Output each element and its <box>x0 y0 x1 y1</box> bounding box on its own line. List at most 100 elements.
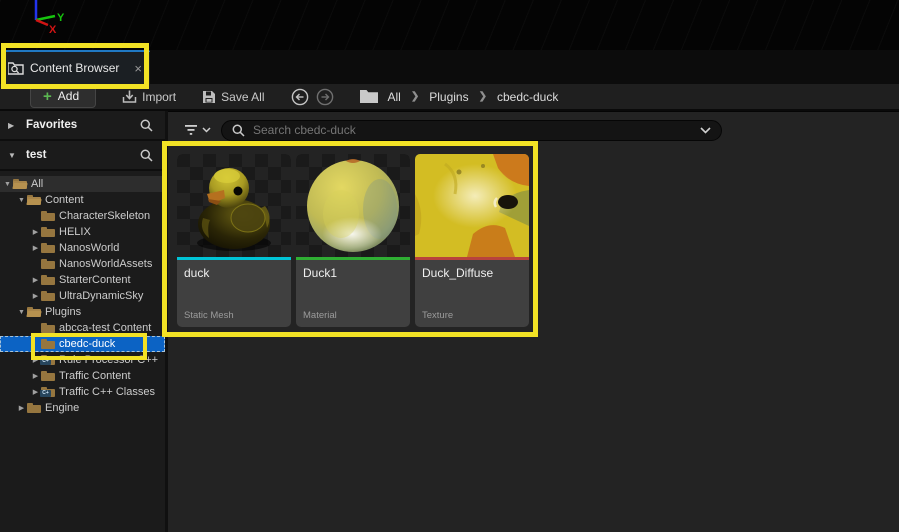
add-button-label: Add <box>58 89 79 103</box>
tree-item-all[interactable]: ▼All <box>0 176 165 192</box>
filter-button[interactable] <box>184 124 211 136</box>
plus-icon: + <box>43 89 52 104</box>
asset-type-label: Static Mesh <box>184 310 234 321</box>
folder-icon <box>41 323 55 333</box>
chevron-right-icon[interactable]: ▶ <box>31 388 40 396</box>
chevron-down-icon[interactable]: ▼ <box>3 181 12 188</box>
asset-card-duck-diffuse[interactable]: Duck_Diffuse Texture <box>415 154 529 327</box>
import-button-label: Import <box>142 90 176 104</box>
chevron-right-icon: ❯ <box>479 91 487 102</box>
favorites-section-header[interactable]: ▶ Favorites <box>0 111 165 141</box>
search-icon[interactable] <box>140 119 153 132</box>
tree-item-label: NanosWorld <box>59 242 119 254</box>
tree-item-engine[interactable]: ▶Engine <box>0 400 165 416</box>
tree-item-label: Traffic Content <box>59 370 131 382</box>
close-icon[interactable]: × <box>134 62 142 75</box>
chevron-down-icon: ▼ <box>8 151 18 160</box>
open-folder-icon <box>13 179 27 189</box>
chevron-right-icon[interactable]: ▶ <box>31 356 40 364</box>
unreal-editor-window: Y X Content Browser × + Add Impo <box>0 0 899 532</box>
tree-item-rule-processor-c-[interactable]: ▶C+Rule Processor C++ <box>0 352 165 368</box>
import-icon <box>122 90 137 104</box>
tree-item-content[interactable]: ▼ Content <box>0 192 165 208</box>
folder-icon <box>41 243 55 253</box>
chevron-right-icon: ❯ <box>411 91 419 102</box>
asset-name: Duck1 <box>303 266 403 280</box>
chevron-right-icon[interactable]: ▶ <box>31 372 40 380</box>
level-viewport: Y X <box>0 0 899 50</box>
folder-icon <box>41 339 55 349</box>
search-input[interactable]: Search cbedc-duck <box>221 120 722 141</box>
tab-title: Content Browser <box>30 61 128 75</box>
folder-icon <box>41 227 55 237</box>
tree-item-nanosworldassets[interactable]: NanosWorldAssets <box>0 256 165 272</box>
back-arrow-button[interactable] <box>291 88 309 106</box>
viewport-axis-gizmo: Y X <box>24 0 70 34</box>
chevron-right-icon[interactable]: ▶ <box>31 228 40 236</box>
tree-item-label: abcca-test Content <box>59 322 151 334</box>
save-all-button-label: Save All <box>221 90 264 104</box>
duck-static-mesh-thumbnail <box>177 154 291 257</box>
open-folder-icon <box>27 195 41 205</box>
sources-panel: ▶ Favorites ▼ test ▼All▼ContentCharacter… <box>0 111 165 532</box>
folder-icon <box>41 291 55 301</box>
tree-item-plugins[interactable]: ▼ Plugins <box>0 304 165 320</box>
asset-name: duck <box>184 266 284 280</box>
save-icon <box>202 90 216 104</box>
folder-icon <box>41 211 55 221</box>
chevron-down-icon[interactable] <box>700 127 711 134</box>
duck1-material-sphere-thumbnail <box>296 154 410 257</box>
asset-type-label: Texture <box>422 310 453 321</box>
breadcrumb-item-plugins[interactable]: Plugins <box>429 90 468 104</box>
tree-item-label: Rule Processor C++ <box>59 354 158 366</box>
axis-x-label: X <box>49 24 57 34</box>
chevron-right-icon[interactable]: ▶ <box>31 292 40 300</box>
chevron-right-icon[interactable]: ▶ <box>17 404 26 412</box>
asset-type-label: Material <box>303 310 337 321</box>
tree-item-label: Traffic C++ Classes <box>59 386 155 398</box>
add-button[interactable]: + Add <box>30 86 96 108</box>
folder-icon <box>41 259 55 269</box>
save-all-button[interactable]: Save All <box>202 90 264 104</box>
chevron-down-icon[interactable]: ▼ <box>17 309 26 316</box>
tree-item-traffic-content[interactable]: ▶ Traffic Content <box>0 368 165 384</box>
tree-item-helix[interactable]: ▶HELIX <box>0 224 165 240</box>
cpp-folder-icon: C+ <box>41 387 55 397</box>
axis-y-label: Y <box>57 12 65 24</box>
tree-item-traffic-c-classes[interactable]: ▶C+ Traffic C++ Classes <box>0 384 165 400</box>
tree-item-label: StarterContent <box>59 274 131 286</box>
content-browser-tab[interactable]: Content Browser × <box>2 50 150 84</box>
chevron-right-icon[interactable]: ▶ <box>31 276 40 284</box>
collection-label: test <box>26 149 132 161</box>
import-button[interactable]: Import <box>122 90 176 104</box>
breadcrumb: All ❯ Plugins ❯ cbedc-duck <box>360 90 559 104</box>
tree-item-characterskeleton[interactable]: CharacterSkeleton <box>0 208 165 224</box>
chevron-right-icon[interactable]: ▶ <box>31 244 40 252</box>
folder-icon <box>27 403 41 413</box>
folder-tree: ▼All▼ContentCharacterSkeleton▶HELIX▶Nano… <box>0 171 165 416</box>
tree-item-nanosworld[interactable]: ▶ NanosWorld <box>0 240 165 256</box>
tree-item-label: Content <box>45 194 84 206</box>
asset-card-duck1[interactable]: Duck1 Material <box>296 154 410 327</box>
tree-item-label: NanosWorldAssets <box>59 258 152 270</box>
tree-item-cbedc-duck[interactable]: cbedc-duck <box>0 336 165 352</box>
tree-item-label: cbedc-duck <box>59 338 115 350</box>
breadcrumb-item-all[interactable]: All <box>388 90 401 104</box>
tree-item-startercontent[interactable]: ▶ StarterContent <box>0 272 165 288</box>
folder-icon <box>41 371 55 381</box>
tree-item-ultradynamicsky[interactable]: ▶ UltraDynamicSky <box>0 288 165 304</box>
search-icon[interactable] <box>140 149 153 162</box>
asset-view-panel: Search cbedc-duck <box>168 111 899 532</box>
dock-tab-bar: Content Browser × <box>0 50 899 84</box>
tree-item-label: Plugins <box>45 306 81 318</box>
folder-search-icon <box>8 61 24 75</box>
folder-icon <box>360 90 378 103</box>
asset-card-duck[interactable]: duck Static Mesh <box>177 154 291 327</box>
forward-arrow-button[interactable] <box>316 88 334 106</box>
folder-icon <box>41 275 55 285</box>
collection-section-header[interactable]: ▼ test <box>0 141 165 171</box>
tree-item-abcca-test-content[interactable]: abcca-test Content <box>0 320 165 336</box>
tree-item-label: UltraDynamicSky <box>59 290 143 302</box>
chevron-down-icon[interactable]: ▼ <box>17 197 26 204</box>
breadcrumb-item-cbedc-duck[interactable]: cbedc-duck <box>497 90 558 104</box>
